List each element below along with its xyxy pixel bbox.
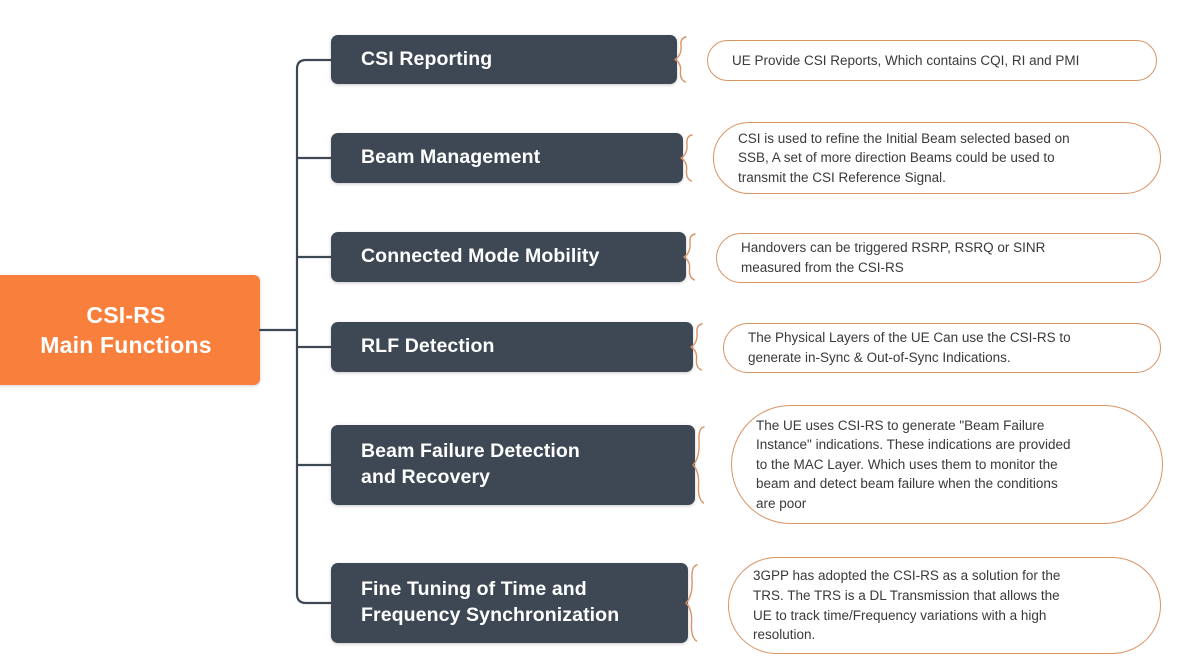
note-bubble-rlf-detection: The Physical Layers of the UE Can use th… (723, 323, 1161, 373)
note-bubble-beam-failure-detection-and-recovery: The UE uses CSI-RS to generate "Beam Fai… (731, 405, 1163, 524)
branch-box-label: CSI Reporting (361, 47, 493, 70)
note-text: 3GPP has adopted the CSI-RS as a solutio… (753, 568, 1061, 643)
branch-box-label: Beam Management (361, 146, 541, 169)
note-bubble-csi-reporting: UE Provide CSI Reports, Which contains C… (707, 40, 1157, 81)
root-node-csi-rs-main-functions[interactable]: CSI-RS Main Functions (0, 275, 260, 385)
note-text: Handovers can be triggered RSRP, RSRQ or… (741, 240, 1046, 275)
note-text: The Physical Layers of the UE Can use th… (748, 330, 1071, 365)
root-node-label: CSI-RS Main Functions (40, 301, 212, 358)
branch-box-beam-failure-detection-and-recovery[interactable]: Beam Failure Detection and Recovery (331, 425, 695, 505)
branch-box-csi-reporting[interactable]: CSI Reporting (331, 35, 677, 84)
note-text: UE Provide CSI Reports, Which contains C… (732, 52, 1080, 68)
branch-box-label: RLF Detection (361, 335, 495, 358)
note-bubble-fine-tuning-of-time-and-frequency-synchronization: 3GPP has adopted the CSI-RS as a solutio… (728, 557, 1161, 654)
note-bubble-beam-management: CSI is used to refine the Initial Beam s… (713, 122, 1161, 194)
branch-box-beam-management[interactable]: Beam Management (331, 133, 683, 183)
branch-box-label: Connected Mode Mobility (361, 245, 600, 268)
branch-box-label: Beam Failure Detection and Recovery (361, 440, 580, 488)
diagram-canvas: CSI-RS Main Functions CSI Reporting Beam… (0, 0, 1187, 671)
note-text: The UE uses CSI-RS to generate "Beam Fai… (756, 417, 1071, 511)
branch-box-label: Fine Tuning of Time and Frequency Synchr… (361, 578, 620, 626)
note-bubble-connected-mode-mobility: Handovers can be triggered RSRP, RSRQ or… (716, 233, 1161, 283)
branch-box-fine-tuning-of-time-and-frequency-synchronization[interactable]: Fine Tuning of Time and Frequency Synchr… (331, 563, 688, 643)
branch-box-connected-mode-mobility[interactable]: Connected Mode Mobility (331, 232, 686, 282)
branch-box-rlf-detection[interactable]: RLF Detection (331, 322, 693, 372)
note-text: CSI is used to refine the Initial Beam s… (738, 130, 1070, 185)
